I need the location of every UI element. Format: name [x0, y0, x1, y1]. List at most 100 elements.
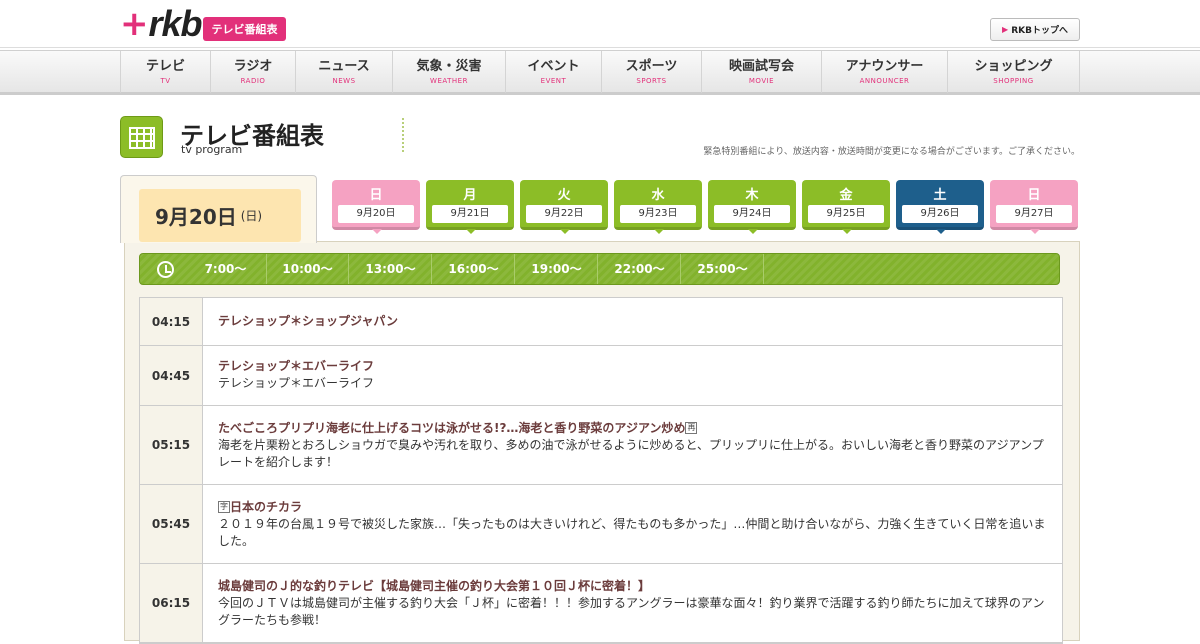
tv-guide-badge[interactable]: テレビ番組表	[203, 17, 286, 41]
nav-sublabel: MOVIE	[748, 76, 775, 85]
program-title-link[interactable]: たべごころプリプリ海老に仕上げるコツは泳がせる!?…海老と香り野菜のアジアン炒め…	[218, 420, 1047, 437]
day-tab-dow: 水	[651, 188, 665, 203]
schedule-notice: 緊急特別番組により、放送内容・放送時間が変更になる場合がございます。ご了承くださ…	[703, 147, 1080, 157]
program-title: たべごころプリプリ海老に仕上げるコツは泳がせる!?…海老と香り野菜のアジアン炒め	[218, 421, 686, 435]
page-subtitle: tv program	[181, 143, 243, 156]
day-tab-fri-0925[interactable]: 金 9月25日	[802, 180, 890, 234]
program-title[interactable]: テレショップ＊エバーライフ	[218, 358, 1047, 375]
day-tab-dow: 木	[745, 188, 759, 203]
rkb-top-link-label: RKBトップへ	[1011, 26, 1068, 36]
rkb-logo[interactable]: + rkb	[120, 3, 203, 44]
day-tab-mon-0921[interactable]: 月 9月21日	[426, 180, 514, 234]
time-jump-1600[interactable]: 16:00～	[433, 254, 515, 284]
day-tab-sat-0926[interactable]: 土 9月26日	[896, 180, 984, 234]
nav-item-shopping[interactable]: ショッピング SHOPPING	[948, 51, 1080, 93]
tab-pointer	[372, 229, 382, 234]
program-title-link[interactable]: 字日本のチカラ	[218, 499, 1047, 516]
site-header: + rkb テレビ番組表 ▶ RKBトップへ	[0, 0, 1200, 48]
program-description: ２０１９年の台風１９号で被災した家族…「失ったものは大きいけれど、得たものも多か…	[218, 517, 1046, 548]
program-time: 05:45	[140, 485, 203, 563]
day-tab-dow: 金	[839, 188, 853, 203]
program-time: 04:45	[140, 346, 203, 405]
nav-label: アナウンサー	[845, 58, 924, 74]
subtitle-mark-icon: 字	[218, 501, 230, 513]
nav-sublabel: WEATHER	[430, 76, 468, 85]
time-jump-2200[interactable]: 22:00～	[599, 254, 681, 284]
main-nav: テレビ TV ラジオ RADIO ニュース NEWS 気象・災害 WEATHER イベン…	[0, 50, 1200, 95]
nav-label: ショッピング	[974, 58, 1053, 74]
time-jump-2500[interactable]: 25:00～	[682, 254, 764, 284]
day-tab-wed-0923[interactable]: 水 9月23日	[614, 180, 702, 234]
logo-text: rkb	[148, 3, 203, 44]
nav-label: 映画試写会	[728, 58, 794, 74]
day-tab-date: 9月23日	[620, 205, 696, 223]
day-tab-date: 9月22日	[526, 205, 602, 223]
time-jump-1000[interactable]: 10:00～	[267, 254, 349, 284]
program-row: 04:45 テレショップ＊エバーライフ テレショップ＊エバーライフ	[140, 346, 1062, 406]
nav-item-sports[interactable]: スポーツ SPORTS	[602, 51, 702, 93]
program-row: 06:15 城島健司のＪ的な釣りテレビ【城島健司主催の釣り大会第１０回Ｊ杯に密着…	[140, 564, 1062, 643]
program-title: 日本のチカラ	[230, 500, 303, 514]
time-jump-bar: 7:00～ 10:00～ 13:00～ 16:00～ 19:00～ 22:00～…	[139, 253, 1060, 285]
day-tab-date: 9月27日	[996, 205, 1072, 223]
rkb-top-link-button[interactable]: ▶ RKBトップへ	[990, 18, 1080, 41]
day-tab-date: 9月24日	[714, 205, 790, 223]
logo-plus: +	[120, 4, 149, 44]
nav-sublabel: EVENT	[540, 76, 567, 85]
current-date-box: 9月20日 (日)	[120, 175, 317, 243]
day-tab-tue-0922[interactable]: 火 9月22日	[520, 180, 608, 234]
day-tab-dow: 月	[463, 188, 477, 203]
program-time: 04:15	[140, 298, 203, 345]
nav-label: イベント	[527, 58, 580, 74]
nav-sublabel: NEWS	[332, 76, 356, 85]
day-tab-date: 9月20日	[338, 205, 414, 223]
rerun-mark-icon: 再	[685, 422, 698, 434]
nav-sublabel: ANNOUNCER	[859, 76, 910, 85]
day-tab-sun-0927[interactable]: 日 9月27日	[990, 180, 1078, 234]
nav-item-announcer[interactable]: アナウンサー ANNOUNCER	[822, 51, 948, 93]
tab-pointer	[842, 229, 852, 234]
tab-pointer	[560, 229, 570, 234]
time-jump-1300[interactable]: 13:00～	[350, 254, 432, 284]
day-tab-date: 9月26日	[902, 205, 978, 223]
calendar-icon	[120, 116, 163, 158]
nav-item-news[interactable]: ニュース NEWS	[296, 51, 393, 93]
current-date: 9月20日	[155, 205, 237, 229]
day-tab-thu-0924[interactable]: 木 9月24日	[708, 180, 796, 234]
program-time: 05:15	[140, 406, 203, 484]
nav-label: スポーツ	[625, 58, 678, 74]
tab-pointer	[1030, 229, 1040, 234]
program-row: 05:15 たべごころプリプリ海老に仕上げるコツは泳がせる!?…海老と香り野菜の…	[140, 406, 1062, 485]
program-description: テレショップ＊エバーライフ	[218, 376, 375, 390]
nav-item-event[interactable]: イベント EVENT	[506, 51, 602, 93]
program-row: 05:45 字日本のチカラ ２０１９年の台風１９号で被災した家族…「失ったものは…	[140, 485, 1062, 564]
program-title[interactable]: テレショップ＊ショップジャパン	[218, 313, 1047, 330]
day-tab-dow: 火	[557, 188, 571, 203]
program-list: 04:15 テレショップ＊ショップジャパン 04:45 テレショップ＊エバーライ…	[139, 297, 1063, 644]
day-tab-dow: 日	[369, 188, 383, 203]
tab-pointer	[466, 229, 476, 234]
time-jump-0700[interactable]: 7:00～	[185, 254, 267, 284]
nav-label: テレビ	[145, 58, 185, 74]
nav-sublabel: SHOPPING	[993, 76, 1034, 85]
play-arrow-icon: ▶	[1002, 25, 1009, 34]
nav-sublabel: SPORTS	[636, 76, 667, 85]
divider	[402, 118, 404, 152]
program-row: 04:15 テレショップ＊ショップジャパン	[140, 298, 1062, 346]
time-jump-1900[interactable]: 19:00～	[516, 254, 598, 284]
nav-item-weather[interactable]: 気象・災害 WEATHER	[393, 51, 506, 93]
day-tab-date: 9月21日	[432, 205, 508, 223]
program-time: 06:15	[140, 564, 203, 642]
tab-pointer	[654, 229, 664, 234]
nav-item-tv[interactable]: テレビ TV	[121, 51, 211, 93]
program-description: 海老を片栗粉とおろしショウガで臭みや汚れを取り、多めの油で泳がせるように炒めると…	[218, 438, 1044, 469]
nav-sublabel: RADIO	[240, 76, 266, 85]
current-day-of-week: (日)	[240, 209, 263, 223]
nav-item-radio[interactable]: ラジオ RADIO	[211, 51, 296, 93]
program-title[interactable]: 城島健司のＪ的な釣りテレビ【城島健司主催の釣り大会第１０回Ｊ杯に密着！】	[218, 578, 1047, 595]
nav-label: 気象・災害	[416, 58, 482, 74]
tab-pointer	[748, 229, 758, 234]
nav-item-movie[interactable]: 映画試写会 MOVIE	[702, 51, 822, 93]
day-tab-sun-0920[interactable]: 日 9月20日	[332, 180, 420, 234]
day-tab-date: 9月25日	[808, 205, 884, 223]
